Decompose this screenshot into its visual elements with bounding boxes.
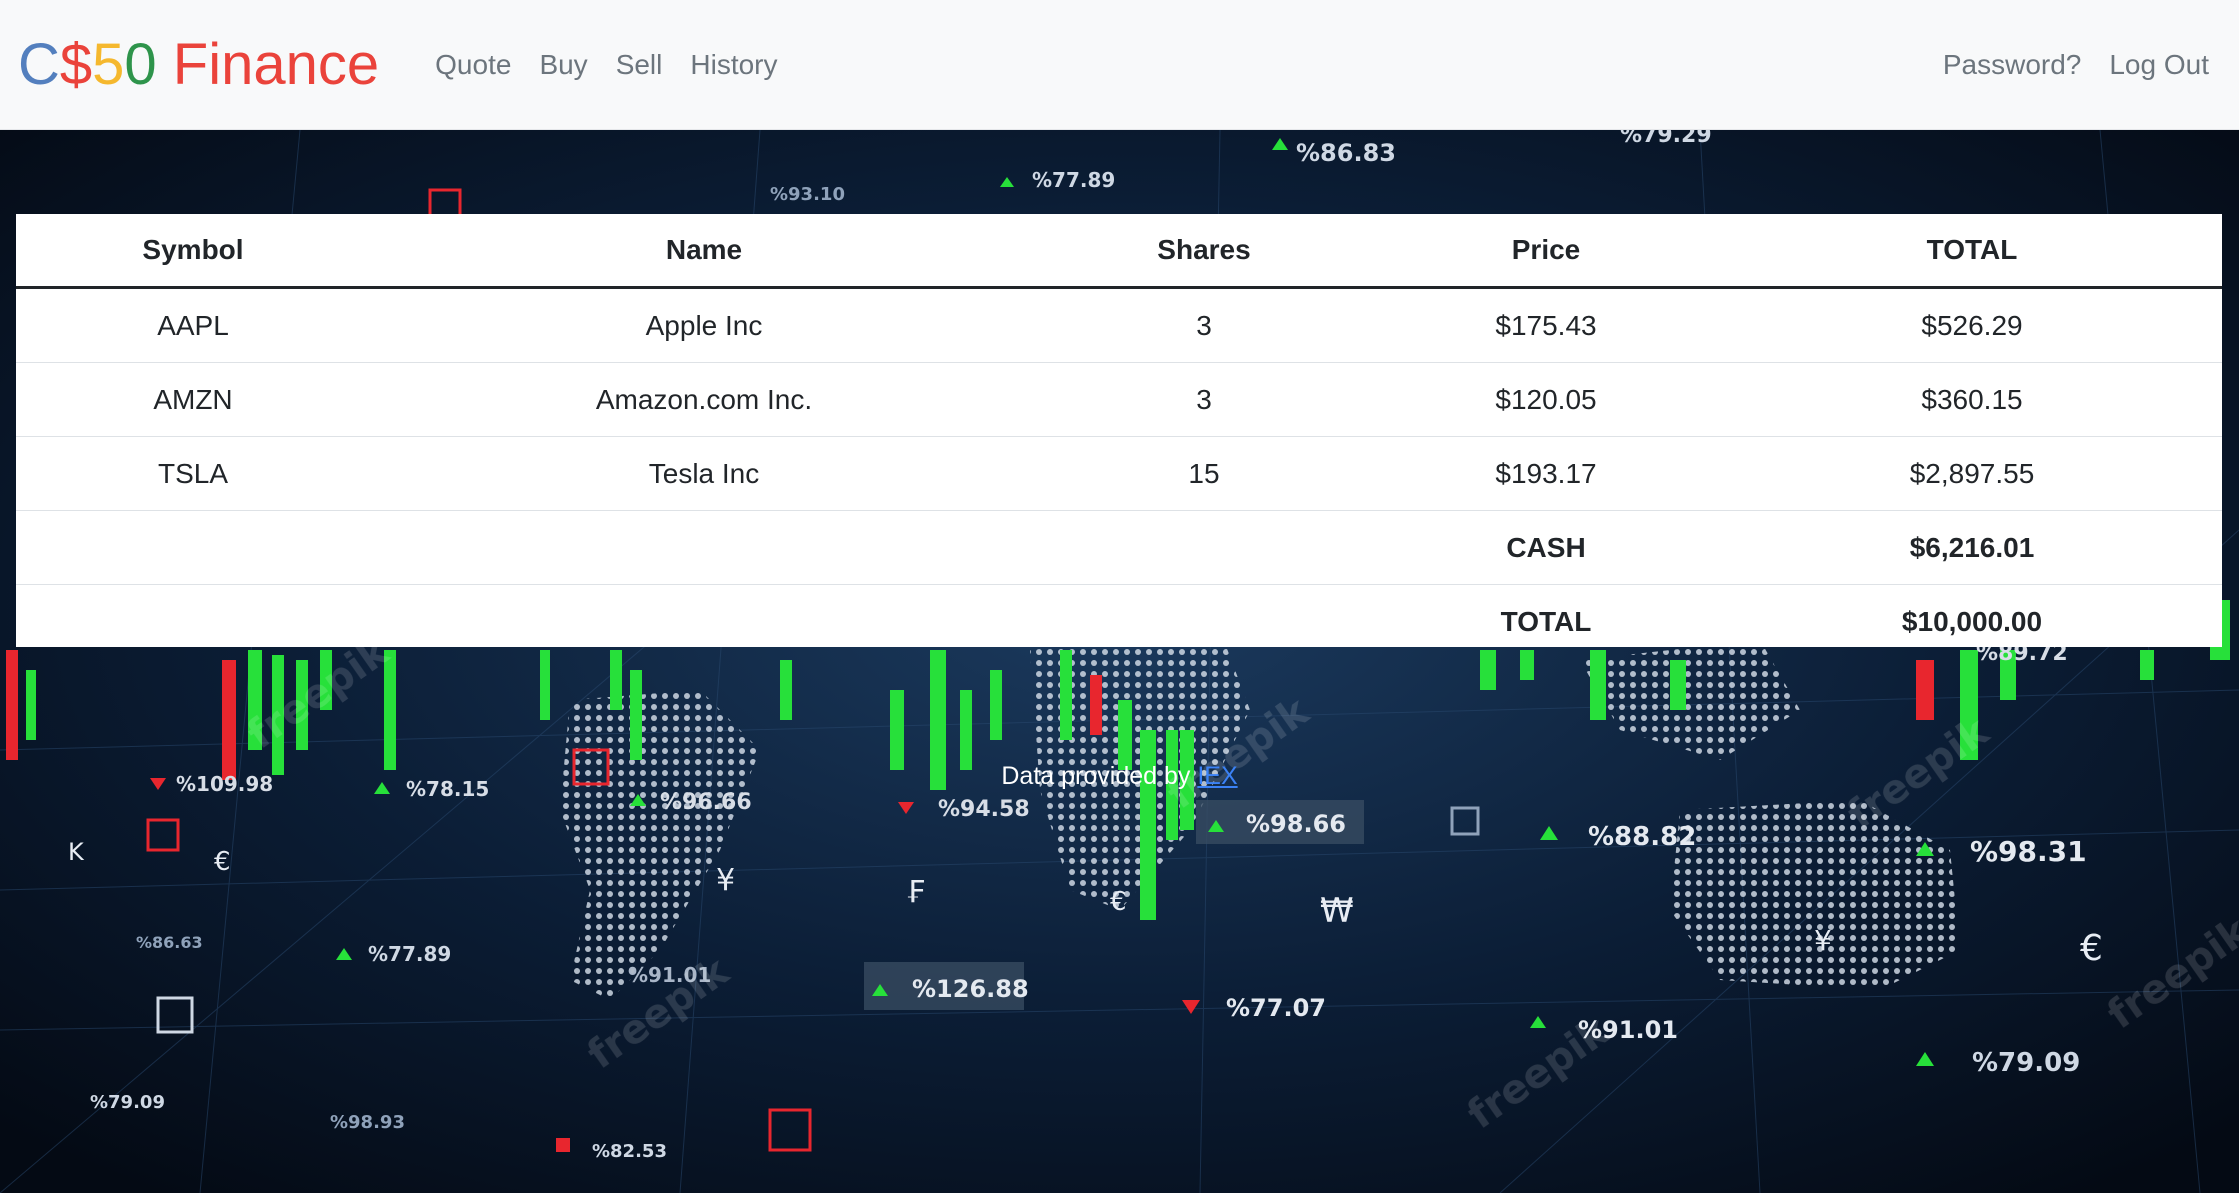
grand-total-label: TOTAL <box>1370 584 1722 658</box>
nav-password[interactable]: Password? <box>1929 50 2096 79</box>
nav-buy[interactable]: Buy <box>525 50 601 79</box>
svg-text:€: € <box>1110 887 1127 917</box>
brand-logo[interactable]: C$50 Finance <box>18 35 379 94</box>
table-body: AAPL Apple Inc 3 $175.43 $526.29 AMZN Am… <box>16 288 2222 658</box>
svg-text:%79.09: %79.09 <box>1972 1048 2080 1078</box>
svg-text:%98.66: %98.66 <box>1246 810 1346 838</box>
brand-dollar: $ <box>59 31 93 97</box>
header-total: TOTAL <box>1722 214 2222 289</box>
table-row: TSLA Tesla Inc 15 $193.17 $2,897.55 <box>16 436 2222 511</box>
svg-text:%77.89: %77.89 <box>1032 168 1115 192</box>
svg-text:%86.83: %86.83 <box>1296 139 1396 167</box>
brand-5: 5 <box>92 31 125 97</box>
cell-name: Amazon.com Inc. <box>370 362 1038 437</box>
grand-total-row: TOTAL $10,000.00 <box>16 584 2222 658</box>
nav-right: Password? Log Out <box>1929 50 2223 79</box>
navbar: C$50 Finance Quote Buy Sell History Pass… <box>0 0 2239 130</box>
nav-logout[interactable]: Log Out <box>2095 50 2223 79</box>
cell-total: $360.15 <box>1722 362 2222 437</box>
header-shares: Shares <box>1038 214 1370 289</box>
cell-symbol: AMZN <box>16 362 370 437</box>
table-header: Symbol Name Shares Price TOTAL <box>16 214 2222 289</box>
cash-value: $6,216.01 <box>1722 510 2222 585</box>
svg-text:%94.58: %94.58 <box>938 797 1030 822</box>
svg-text:%98.31: %98.31 <box>1970 835 2087 868</box>
header-name: Name <box>370 214 1038 289</box>
svg-text:%82.53: %82.53 <box>592 1141 667 1162</box>
cell-price: $193.17 <box>1370 436 1722 511</box>
footer-text: Data provided by <box>1001 762 1198 790</box>
nav-sell[interactable]: Sell <box>602 50 677 79</box>
svg-text:¥: ¥ <box>1814 924 1832 957</box>
svg-text:₩: ₩ <box>1320 891 1354 931</box>
cell-price: $120.05 <box>1370 362 1722 437</box>
cell-name: Tesla Inc <box>370 436 1038 511</box>
svg-text:€: € <box>2080 928 2103 969</box>
iex-link[interactable]: IEX <box>1197 762 1237 790</box>
svg-text:€: € <box>214 847 231 877</box>
svg-text:%86.63: %86.63 <box>136 933 203 952</box>
svg-text:%93.10: %93.10 <box>770 184 845 205</box>
grand-total-value: $10,000.00 <box>1722 584 2222 658</box>
nav-history[interactable]: History <box>676 50 791 79</box>
cell-total: $2,897.55 <box>1722 436 2222 511</box>
cell-name: Apple Inc <box>645 309 763 341</box>
header-price: Price <box>1370 214 1722 289</box>
nav-left: Quote Buy Sell History <box>421 50 791 79</box>
cell-symbol: TSLA <box>16 436 370 511</box>
cell-shares: 15 <box>1038 436 1370 511</box>
svg-text:%126.88: %126.88 <box>912 975 1029 1003</box>
svg-text:%77.07: %77.07 <box>1226 994 1326 1022</box>
cash-label: CASH <box>1370 510 1722 585</box>
svg-text:%96.66: %96.66 <box>660 790 752 815</box>
nav-quote[interactable]: Quote <box>421 50 525 79</box>
svg-text:%79.09: %79.09 <box>90 1092 165 1113</box>
table-row: AAPL Apple Inc 3 $175.43 $526.29 <box>16 288 2222 363</box>
svg-text:₣: ₣ <box>906 875 925 910</box>
header-row: Symbol Name Shares Price TOTAL <box>16 214 2222 289</box>
svg-text:%77.89: %77.89 <box>368 942 451 966</box>
brand-finance: Finance <box>156 31 380 97</box>
brand-0: 0 <box>124 31 157 97</box>
cell-shares: 3 <box>1038 362 1370 437</box>
svg-text:%88.82: %88.82 <box>1588 822 1696 852</box>
header-symbol: Symbol <box>16 214 370 289</box>
footer-attribution: Data provided by IEX <box>0 762 2239 791</box>
svg-text:%98.93: %98.93 <box>330 1112 405 1133</box>
cell-total: $526.29 <box>1921 309 2023 341</box>
cell-price: $175.43 <box>1495 309 1597 341</box>
svg-text:¥: ¥ <box>716 863 735 898</box>
cell-shares: 3 <box>1196 309 1212 341</box>
cell-symbol: AAPL <box>157 309 229 341</box>
holdings-table: Symbol Name Shares Price TOTAL AAPL Appl… <box>16 214 2222 658</box>
brand-c: C <box>18 31 60 97</box>
holdings-table-container: Symbol Name Shares Price TOTAL AAPL Appl… <box>16 214 2222 658</box>
svg-text:K: K <box>68 838 85 866</box>
table-row: AMZN Amazon.com Inc. 3 $120.05 $360.15 <box>16 362 2222 437</box>
svg-text:%79.29: %79.29 <box>1620 130 1712 148</box>
cash-row: CASH $6,216.01 <box>16 510 2222 585</box>
